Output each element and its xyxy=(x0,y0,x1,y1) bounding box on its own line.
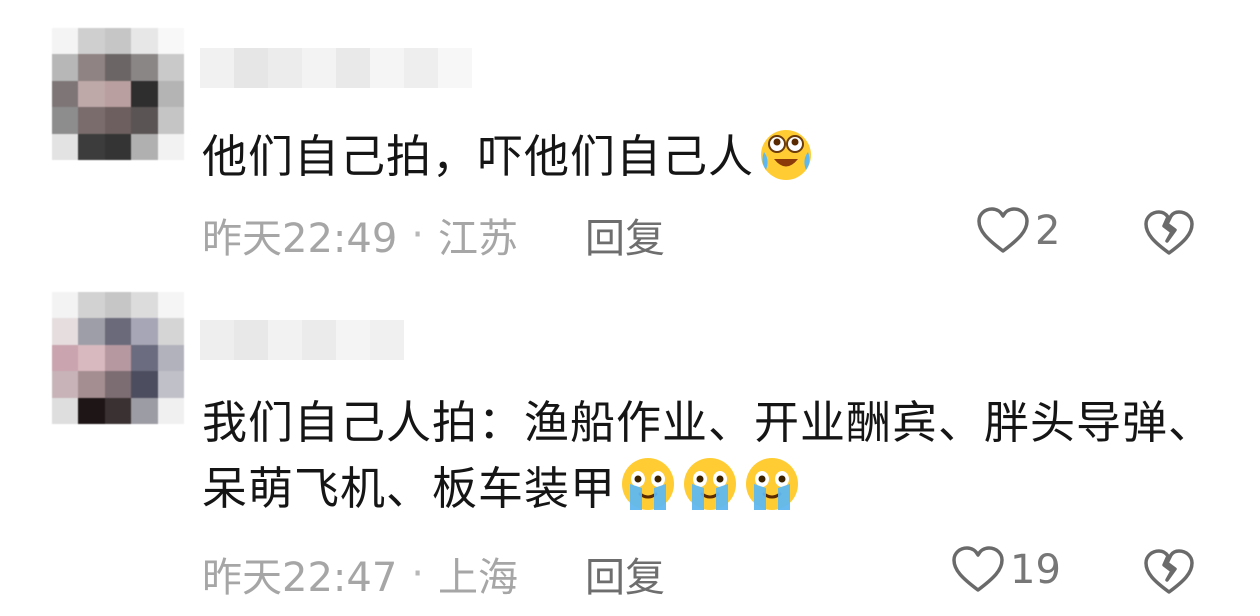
comment-body: 他们自己拍，吓他们自己人 xyxy=(202,130,755,183)
meta-separator: · xyxy=(411,551,424,597)
reply-button[interactable]: 回复 xyxy=(585,206,665,264)
comment-meta: 昨天22:47 · 上海 xyxy=(202,545,518,603)
comment-time: 昨天22:49 xyxy=(202,216,398,262)
like-count: 2 xyxy=(1035,208,1061,254)
like-button[interactable]: 19 xyxy=(950,545,1061,595)
comment-text: 我们自己人拍：渔船作业、开业酬宾、胖头导弹、呆萌飞机、板车装甲 xyxy=(202,392,1232,520)
comment-meta: 昨天22:49 · 江苏 xyxy=(202,206,518,264)
broken-heart-icon[interactable] xyxy=(1143,208,1195,258)
meta-separator: · xyxy=(411,212,424,258)
broken-heart-icon[interactable] xyxy=(1143,547,1195,597)
laugh-cry-icon xyxy=(761,130,812,180)
username-blurred[interactable] xyxy=(200,48,472,88)
comment-location: 江苏 xyxy=(438,216,518,262)
avatar[interactable] xyxy=(52,28,184,160)
username-blurred[interactable] xyxy=(200,320,404,360)
crying-face-icon xyxy=(684,458,737,510)
like-count: 19 xyxy=(1010,547,1061,593)
crying-face-icon xyxy=(746,458,799,510)
like-button[interactable]: 2 xyxy=(975,206,1060,256)
heart-icon xyxy=(977,207,1029,253)
comment-time: 昨天22:47 xyxy=(202,555,398,601)
comment-location: 上海 xyxy=(438,555,518,601)
heart-icon xyxy=(952,546,1004,592)
crying-face-icon xyxy=(622,458,675,510)
reply-button[interactable]: 回复 xyxy=(585,545,665,603)
comment-text: 他们自己拍，吓他们自己人 xyxy=(202,122,1232,188)
avatar[interactable] xyxy=(52,292,184,424)
